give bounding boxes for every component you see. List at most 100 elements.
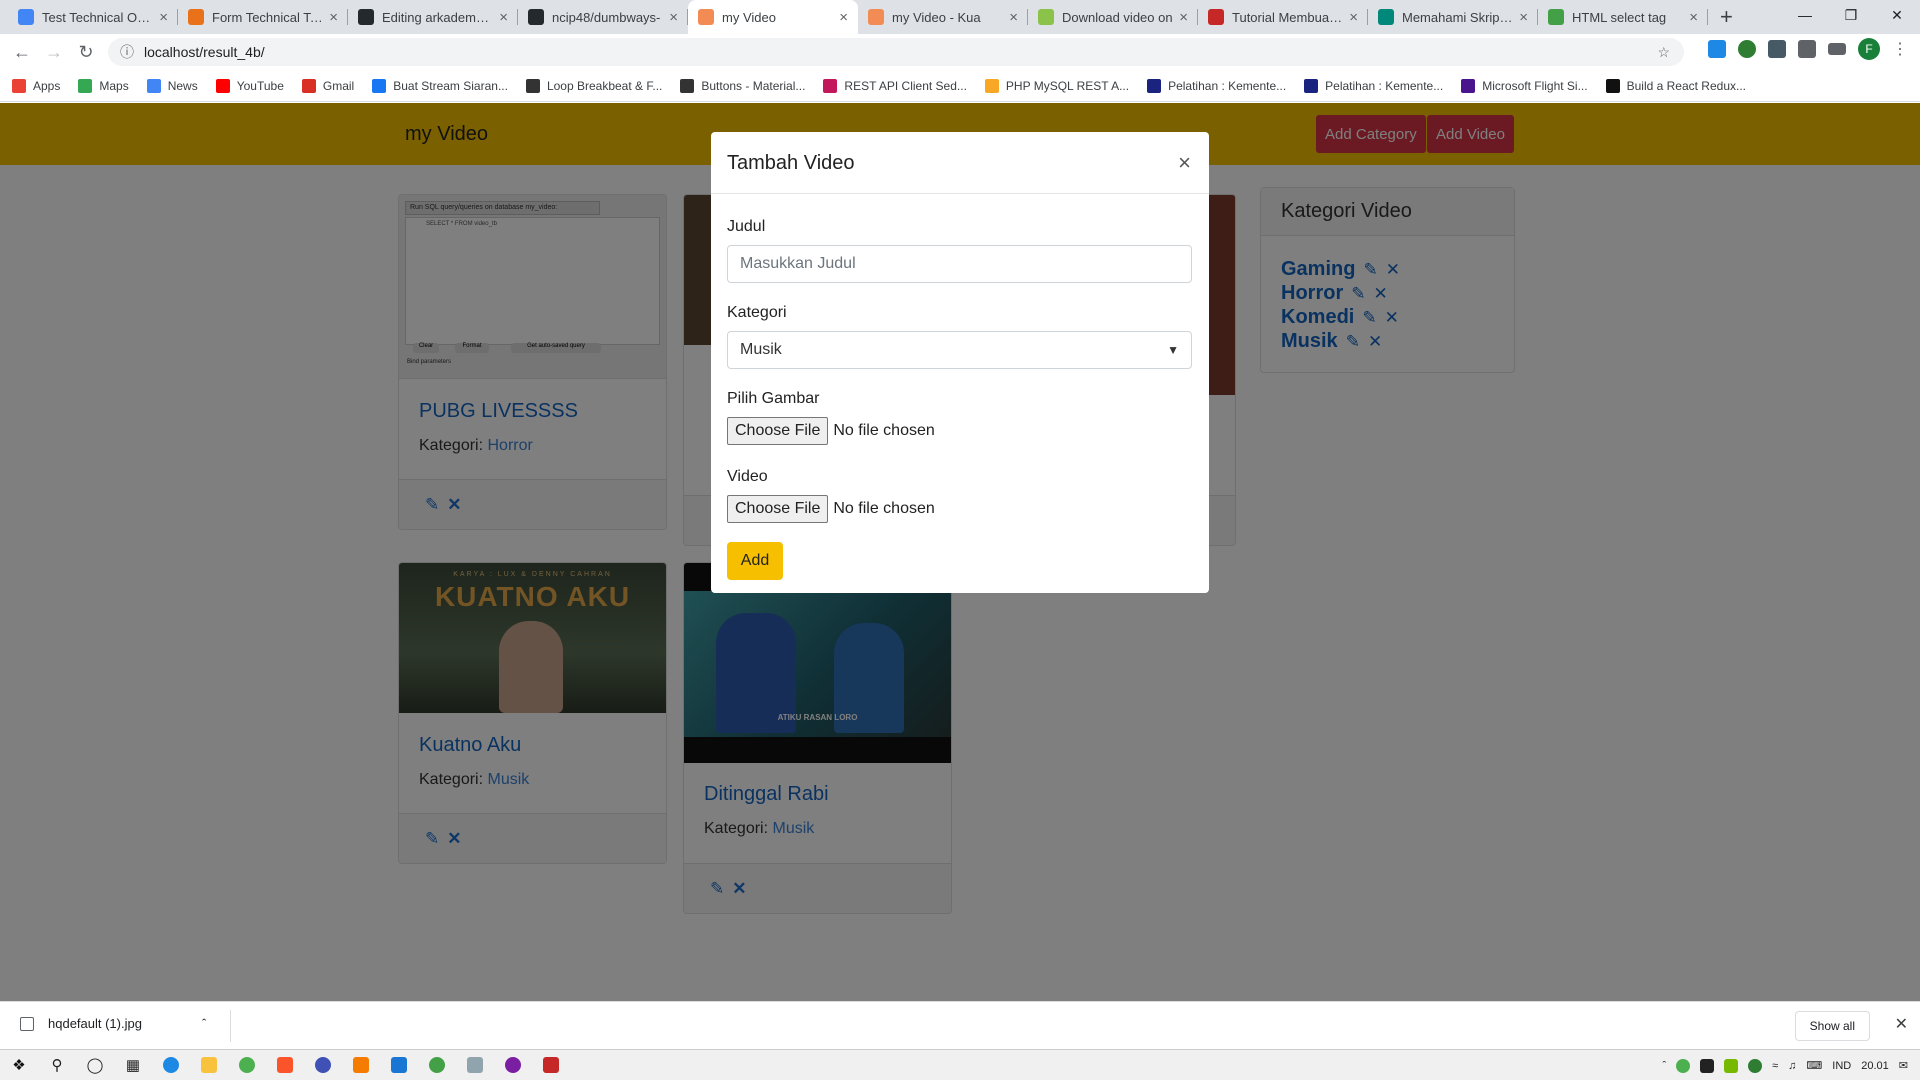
tab-close-icon[interactable]: × — [1519, 9, 1528, 26]
tab-favicon-icon — [528, 9, 544, 25]
chrome-icon[interactable] — [228, 1057, 266, 1073]
tab-close-icon[interactable]: × — [499, 9, 508, 26]
bookmark-item[interactable]: REST API Client Sed... — [823, 78, 967, 93]
tab-close-icon[interactable]: × — [1689, 9, 1698, 26]
keyboard-icon[interactable]: ⌨ — [1806, 1059, 1822, 1072]
bookmark-item[interactable]: PHP MySQL REST A... — [984, 78, 1129, 93]
tab-title: Download video on — [1062, 9, 1173, 25]
browser-tab[interactable]: HTML select tag × — [1538, 0, 1708, 34]
app-icon[interactable] — [342, 1057, 380, 1073]
tab-close-icon[interactable]: × — [669, 9, 678, 26]
tab-close-icon[interactable]: × — [1009, 9, 1018, 26]
tray-icon[interactable] — [1676, 1058, 1691, 1073]
task-view-icon[interactable]: ▦ — [114, 1056, 152, 1074]
site-info-icon[interactable]: ⓘ — [120, 42, 134, 62]
modal-title: Tambah Video — [727, 152, 855, 174]
bookmark-item[interactable]: Microsoft Flight Si... — [1461, 78, 1588, 93]
close-icon[interactable]: ✕ — [1895, 1014, 1908, 1034]
search-icon[interactable]: ⚲ — [38, 1056, 76, 1074]
bookmarks-bar: Apps Maps News YouTube Gmail Buat Stream Siar… — [0, 70, 1920, 102]
download-filename: hqdefault (1).jpg — [48, 1016, 142, 1031]
app-icon[interactable] — [304, 1057, 342, 1073]
chevron-up-icon[interactable]: ˆ — [202, 1016, 206, 1031]
tab-close-icon[interactable]: × — [839, 9, 848, 26]
tray-icon[interactable] — [1724, 1058, 1739, 1073]
app-icon[interactable] — [494, 1057, 532, 1073]
url-text: localhost/result_4b/ — [144, 44, 265, 60]
close-icon[interactable]: × — [1178, 150, 1191, 176]
edge-icon[interactable] — [152, 1057, 190, 1073]
tab-close-icon[interactable]: × — [1349, 9, 1358, 26]
bookmark-item[interactable]: Build a React Redux... — [1605, 78, 1746, 93]
back-icon[interactable]: ← — [6, 42, 38, 63]
app-icon[interactable] — [418, 1057, 456, 1073]
minimize-icon[interactable]: — — [1782, 0, 1828, 30]
bookmark-item[interactable]: Buat Stream Siaran... — [372, 78, 508, 93]
tab-close-icon[interactable]: × — [159, 9, 168, 26]
show-all-button[interactable]: Show all — [1794, 1011, 1870, 1041]
extension-icon[interactable] — [1738, 40, 1756, 58]
bookmark-item[interactable]: Pelatihan : Kemente... — [1304, 78, 1444, 93]
restore-icon[interactable]: ❐ — [1828, 0, 1874, 30]
file-explorer-icon[interactable] — [190, 1057, 228, 1073]
app-icon[interactable] — [532, 1057, 570, 1073]
extension-icon[interactable] — [1708, 40, 1726, 58]
browser-tab[interactable]: Editing arkademy/R × — [348, 0, 518, 34]
bookmark-star-icon[interactable]: ☆ — [1657, 44, 1670, 61]
bookmark-item[interactable]: YouTube — [215, 78, 284, 93]
tab-title: Memahami Skrip PH — [1402, 9, 1514, 25]
forward-icon[interactable]: → — [38, 42, 70, 63]
tray-icon[interactable] — [1700, 1058, 1715, 1073]
new-tab-icon[interactable]: + — [1720, 4, 1733, 30]
browser-tab[interactable]: Memahami Skrip PH × — [1368, 0, 1538, 34]
kategori-select[interactable]: Musik ▼ — [727, 331, 1192, 369]
reload-icon[interactable]: ↻ — [70, 42, 102, 63]
bookmark-item[interactable]: News — [146, 78, 198, 93]
menu-dots-icon[interactable]: ⋮ — [1892, 39, 1908, 59]
browser-tab[interactable]: my Video × — [688, 0, 858, 34]
browser-tab[interactable]: my Video - Kua × — [858, 0, 1028, 34]
profile-avatar[interactable]: F — [1858, 38, 1880, 60]
tab-close-icon[interactable]: × — [1179, 9, 1188, 26]
cortana-icon[interactable]: ◯ — [76, 1056, 114, 1074]
bookmark-item[interactable]: Gmail — [301, 78, 354, 93]
browser-tab[interactable]: Form Technical Test × — [178, 0, 348, 34]
extension-icon[interactable] — [1768, 40, 1786, 58]
puzzle-icon[interactable] — [1798, 40, 1816, 58]
tab-favicon-icon — [868, 9, 884, 25]
bookmark-item[interactable]: Apps — [12, 78, 61, 93]
choose-file-button[interactable]: Choose File — [727, 495, 829, 523]
bookmark-icon — [984, 78, 999, 93]
bookmark-label: Apps — [33, 78, 61, 93]
address-bar[interactable]: ⓘ localhost/result_4b/ ☆ — [108, 38, 1684, 66]
judul-input[interactable]: Masukkan Judul — [727, 245, 1192, 283]
notification-icon[interactable]: ✉ — [1899, 1059, 1908, 1072]
language-indicator[interactable]: IND — [1832, 1060, 1851, 1072]
bookmark-item[interactable]: Buttons - Material... — [680, 78, 805, 93]
tab-close-icon[interactable]: × — [329, 9, 338, 26]
browser-tab[interactable]: Download video on × — [1028, 0, 1198, 34]
download-item[interactable]: hqdefault (1).jpg ˆ — [20, 1016, 206, 1031]
bookmark-item[interactable]: Maps — [78, 78, 129, 93]
chevron-up-icon[interactable]: ˆ — [1662, 1060, 1666, 1072]
bookmark-label: Loop Breakbeat & F... — [546, 78, 663, 93]
bookmark-item[interactable]: Pelatihan : Kemente... — [1147, 78, 1286, 93]
bookmark-label: Pelatihan : Kemente... — [1325, 78, 1444, 93]
tray-icon[interactable] — [1748, 1058, 1763, 1073]
volume-icon[interactable]: ♫ — [1788, 1060, 1796, 1072]
close-window-icon[interactable]: ✕ — [1874, 0, 1920, 30]
windows-start-icon[interactable]: ❖ — [0, 1056, 38, 1074]
clock[interactable]: 20.01 — [1861, 1060, 1889, 1072]
wifi-icon[interactable]: ≈ — [1772, 1060, 1778, 1072]
judul-label: Judul — [727, 218, 766, 235]
brave-icon[interactable] — [266, 1057, 304, 1073]
bookmark-item[interactable]: Loop Breakbeat & F... — [525, 78, 663, 93]
media-icon[interactable] — [1828, 43, 1846, 55]
app-icon[interactable] — [456, 1057, 494, 1073]
browser-tab[interactable]: Test Technical Onlin × — [8, 0, 178, 34]
vscode-icon[interactable] — [380, 1057, 418, 1073]
choose-file-button[interactable]: Choose File — [727, 417, 829, 445]
browser-tab[interactable]: ncip48/dumbways- × — [518, 0, 688, 34]
browser-tab[interactable]: Tutorial Membuat C × — [1198, 0, 1368, 34]
add-button[interactable]: Add — [727, 542, 783, 580]
